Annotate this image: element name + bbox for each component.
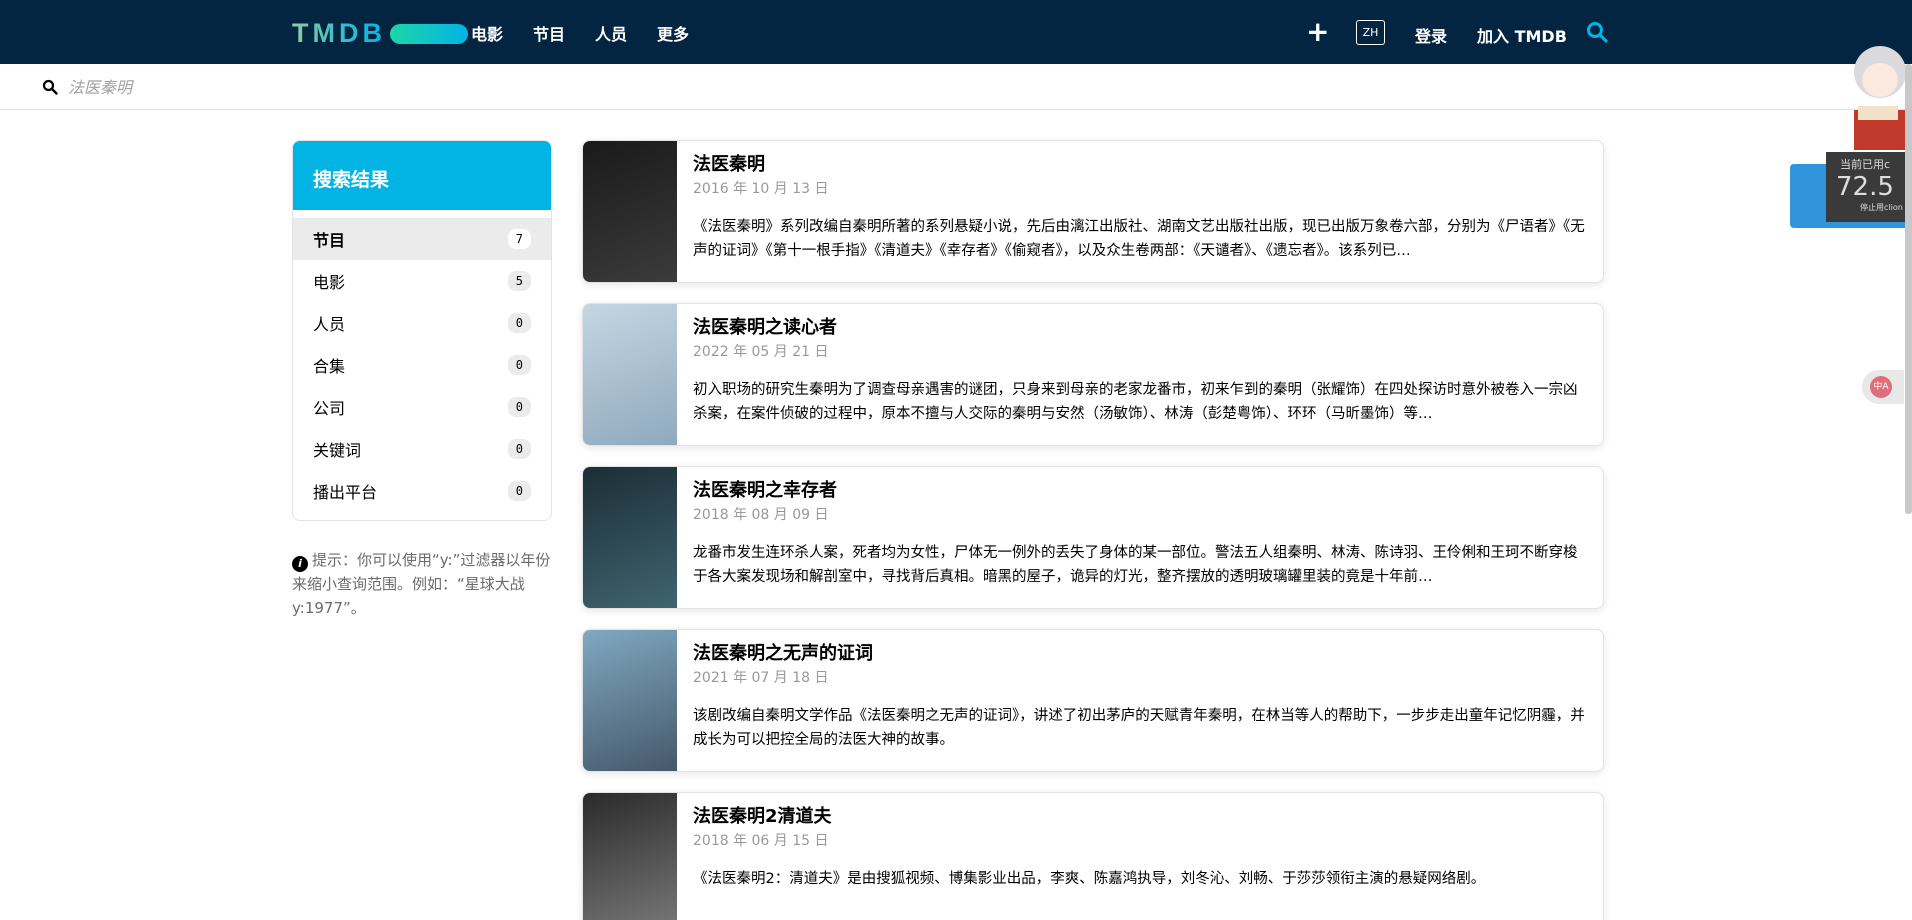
top-navbar: TMDB 电影 节目 人员 更多 + ZH 登录 加入 TMDB bbox=[0, 0, 1912, 64]
nav-item-more[interactable]: 更多 bbox=[657, 21, 689, 45]
result-info: 法医秦明 2016 年 10 月 13 日 《法医秦明》系列改编自秦明所著的系列… bbox=[693, 153, 1589, 263]
result-overview: 初入职场的研究生秦明为了调查母亲遇害的谜团，只身来到母亲的老家龙番市，初来乍到的… bbox=[693, 382, 1578, 422]
sidebar-item-label: 节目 bbox=[313, 231, 346, 250]
login-link[interactable]: 登录 bbox=[1415, 23, 1447, 47]
result-overview: 该剧改编自秦明文学作品《法医秦明之无声的证词》，讲述了初出茅庐的天赋青年秦明，在… bbox=[693, 708, 1585, 748]
tmdb-logo[interactable]: TMDB bbox=[292, 18, 468, 49]
release-date: 2018 年 08 月 09 日 bbox=[693, 507, 829, 523]
count-badge: 7 bbox=[507, 229, 531, 249]
release-date: 2018 年 06 月 15 日 bbox=[693, 833, 829, 849]
result-title[interactable]: 法医秦明之幸存者 bbox=[693, 479, 1589, 503]
results-list: 法医秦明 2016 年 10 月 13 日 《法医秦明》系列改编自秦明所著的系列… bbox=[582, 140, 1604, 920]
sidebar-filter-list: 节目 7 电影 5 人员 0 合集 0 公司 0 关键词 0 播出平台 0 bbox=[293, 210, 551, 520]
result-card[interactable]: 法医秦明之无声的证词 2021 年 07 月 18 日 该剧改编自秦明文学作品《… bbox=[582, 629, 1604, 772]
nav-item-tv[interactable]: 节目 bbox=[533, 21, 565, 45]
join-tmdb-link[interactable]: 加入 TMDB bbox=[1477, 23, 1567, 47]
search-icon bbox=[42, 79, 58, 95]
nav-item-people[interactable]: 人员 bbox=[595, 21, 627, 45]
sidebar-item-people[interactable]: 人员 0 bbox=[293, 302, 551, 344]
search-results-sidebar: 搜索结果 节目 7 电影 5 人员 0 合集 0 公司 0 关键词 0 播出平台… bbox=[292, 140, 552, 521]
result-info: 法医秦明之幸存者 2018 年 08 月 09 日 龙番市发生连环杀人案，死者均… bbox=[693, 479, 1589, 589]
result-title[interactable]: 法医秦明2清道夫 bbox=[693, 805, 1589, 829]
result-title[interactable]: 法医秦明 bbox=[693, 153, 1589, 177]
result-overview: 《法医秦明》系列改编自秦明所著的系列悬疑小说，先后由漓江出版社、湖南文艺出版社出… bbox=[693, 219, 1585, 259]
sidebar-item-movies[interactable]: 电影 5 bbox=[293, 260, 551, 302]
count-badge: 0 bbox=[507, 355, 531, 375]
main-nav: 电影 节目 人员 更多 bbox=[471, 21, 719, 45]
usage-label: 当前已用c bbox=[1840, 158, 1891, 171]
result-title[interactable]: 法医秦明之读心者 bbox=[693, 316, 1589, 340]
sidebar-item-label: 播出平台 bbox=[313, 483, 378, 502]
release-date: 2022 年 05 月 21 日 bbox=[693, 344, 829, 360]
logo-text: TMDB bbox=[292, 18, 386, 48]
poster-image[interactable] bbox=[583, 630, 677, 771]
result-info: 法医秦明之无声的证词 2021 年 07 月 18 日 该剧改编自秦明文学作品《… bbox=[693, 642, 1589, 752]
search-bar bbox=[0, 64, 1912, 110]
count-badge: 5 bbox=[507, 271, 531, 291]
logo-pill-shape bbox=[389, 23, 468, 44]
sidebar-item-label: 关键词 bbox=[313, 441, 362, 460]
result-overview: 龙番市发生连环杀人案，死者均为女性，尸体无一例外的丢失了身体的某一部位。警法五人… bbox=[693, 545, 1578, 585]
search-tip: i 提示：你可以使用“y:”过滤器以年份来缩小查询范围。例如：“星球大战 y:19… bbox=[292, 548, 554, 620]
count-badge: 0 bbox=[507, 313, 531, 333]
sidebar-item-tv[interactable]: 节目 7 bbox=[293, 218, 551, 260]
release-date: 2021 年 07 月 18 日 bbox=[693, 670, 829, 686]
poster-image[interactable] bbox=[583, 467, 677, 608]
sidebar-item-label: 合集 bbox=[313, 357, 346, 376]
release-date: 2016 年 10 月 13 日 bbox=[693, 181, 829, 197]
language-button[interactable]: ZH bbox=[1356, 20, 1385, 45]
scrollbar[interactable] bbox=[1905, 64, 1912, 514]
count-badge: 0 bbox=[507, 439, 531, 459]
add-plus-icon[interactable]: + bbox=[1306, 18, 1329, 46]
result-card[interactable]: 法医秦明2清道夫 2018 年 06 月 15 日 《法医秦明2：清道夫》是由搜… bbox=[582, 792, 1604, 920]
result-card[interactable]: 法医秦明之幸存者 2018 年 08 月 09 日 龙番市发生连环杀人案，死者均… bbox=[582, 466, 1604, 609]
search-icon[interactable] bbox=[1586, 21, 1608, 43]
poster-image[interactable] bbox=[583, 793, 677, 920]
result-overview: 《法医秦明2：清道夫》是由搜狐视频、博集影业出品，李爽、陈嘉鸿执导，刘冬沁、刘畅… bbox=[693, 871, 1486, 887]
sidebar-item-companies[interactable]: 公司 0 bbox=[293, 386, 551, 428]
result-card[interactable]: 法医秦明 2016 年 10 月 13 日 《法医秦明》系列改编自秦明所著的系列… bbox=[582, 140, 1604, 283]
search-input[interactable] bbox=[68, 74, 868, 100]
count-badge: 0 bbox=[507, 481, 531, 501]
sidebar-item-networks[interactable]: 播出平台 0 bbox=[293, 470, 551, 512]
sidebar-title: 搜索结果 bbox=[293, 141, 551, 210]
memory-usage-panel[interactable]: 当前已用c 72.5 停止用clion bbox=[1826, 152, 1912, 222]
count-badge: 0 bbox=[507, 397, 531, 417]
translate-button[interactable]: 中A bbox=[1862, 370, 1904, 404]
usage-value: 72.5 bbox=[1836, 172, 1894, 202]
sidebar-item-collections[interactable]: 合集 0 bbox=[293, 344, 551, 386]
sidebar-item-label: 电影 bbox=[313, 273, 346, 292]
poster-image[interactable] bbox=[583, 304, 677, 445]
mascot-character-image[interactable] bbox=[1834, 40, 1912, 150]
sidebar-item-keywords[interactable]: 关键词 0 bbox=[293, 428, 551, 470]
usage-status: 停止用clion bbox=[1860, 203, 1903, 212]
translate-icon: 中A bbox=[1870, 376, 1892, 398]
result-info: 法医秦明2清道夫 2018 年 06 月 15 日 《法医秦明2：清道夫》是由搜… bbox=[693, 805, 1589, 891]
poster-image[interactable] bbox=[583, 141, 677, 282]
result-info: 法医秦明之读心者 2022 年 05 月 21 日 初入职场的研究生秦明为了调查… bbox=[693, 316, 1589, 426]
result-title[interactable]: 法医秦明之无声的证词 bbox=[693, 642, 1589, 666]
info-icon: i bbox=[292, 556, 308, 572]
nav-item-movies[interactable]: 电影 bbox=[471, 21, 503, 45]
sidebar-item-label: 人员 bbox=[313, 315, 346, 334]
sidebar-item-label: 公司 bbox=[313, 399, 346, 418]
result-card[interactable]: 法医秦明之读心者 2022 年 05 月 21 日 初入职场的研究生秦明为了调查… bbox=[582, 303, 1604, 446]
tip-text: 提示：你可以使用“y:”过滤器以年份来缩小查询范围。例如：“星球大战 y:197… bbox=[292, 551, 551, 617]
